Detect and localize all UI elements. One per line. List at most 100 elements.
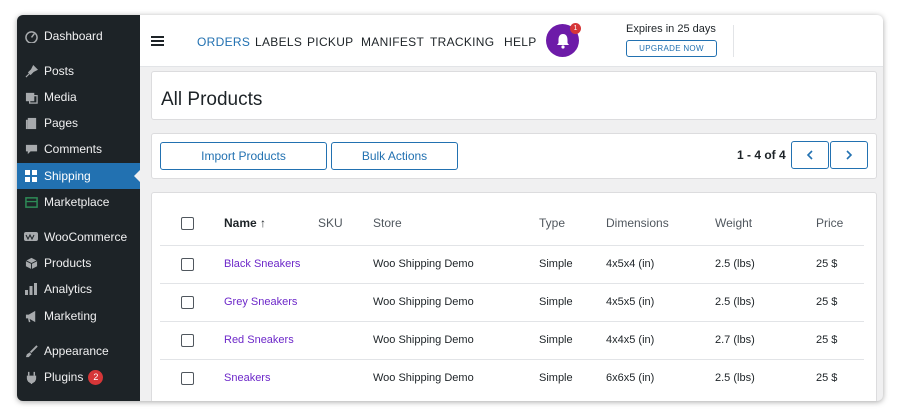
sidebar-item-posts[interactable]: Posts: [17, 58, 140, 84]
product-type: Simple: [539, 258, 573, 270]
sidebar-item-label: Pages: [44, 116, 79, 130]
chevron-right-icon: [846, 150, 853, 160]
chevron-left-icon: [806, 150, 813, 160]
pin-icon: [24, 64, 38, 78]
product-dimensions: 4x5x5 (in): [606, 296, 655, 308]
sidebar-item-shipping[interactable]: Shipping: [17, 163, 140, 189]
sidebar-item-pages[interactable]: Pages: [17, 110, 140, 136]
comment-icon: [24, 142, 38, 156]
column-header-dimensions: Dimensions: [606, 216, 669, 230]
next-page-button[interactable]: [830, 141, 868, 169]
table-row: Grey Sneakers Woo Shipping Demo Simple 4…: [160, 283, 864, 321]
product-price: 25 $: [816, 372, 838, 384]
table-row: Red Sneakers Woo Shipping Demo Simple 4x…: [160, 321, 864, 359]
product-name-link[interactable]: Red Sneakers: [224, 334, 294, 346]
bulk-actions-button[interactable]: Bulk Actions: [331, 142, 458, 170]
sidebar-item-comments[interactable]: Comments: [17, 136, 140, 162]
update-count-badge: 2: [88, 369, 104, 385]
sidebar-item-label: Marketing: [44, 309, 97, 323]
sidebar-item-label: Plugins: [44, 370, 84, 384]
column-header-type: Type: [539, 216, 566, 230]
product-dimensions: 4x5x4 (in): [606, 258, 655, 270]
sidebar-item-appearance[interactable]: Appearance: [17, 338, 140, 364]
product-dimensions: 6x6x5 (in): [606, 372, 655, 384]
nav-help[interactable]: HELP: [504, 35, 537, 49]
divider: [733, 25, 734, 57]
store-icon: [24, 195, 38, 209]
sidebar-item-plugins[interactable]: Plugins 2: [17, 364, 140, 390]
pages-icon: [24, 116, 38, 130]
sidebar-item-dashboard[interactable]: Dashboard: [17, 23, 140, 49]
brush-icon: [24, 344, 38, 358]
product-store: Woo Shipping Demo: [373, 296, 474, 308]
page-header-card: All Products: [151, 71, 877, 120]
bar-chart-icon: [24, 282, 38, 296]
product-name-link[interactable]: Sneakers: [224, 372, 270, 384]
product-weight: 2.5 (lbs): [715, 372, 755, 384]
nav-labels[interactable]: LABELS: [255, 35, 302, 49]
sidebar-item-woocommerce[interactable]: WooCommerce: [17, 224, 140, 250]
bell-icon: [556, 33, 569, 49]
products-table: Name ↑ SKU Store Type Dimensions Weight …: [151, 192, 877, 401]
sidebar-item-label: Appearance: [44, 344, 109, 358]
nav-orders[interactable]: ORDERS: [197, 35, 250, 49]
import-products-button[interactable]: Import Products: [160, 142, 327, 170]
product-type: Simple: [539, 334, 573, 346]
grid-icon: [24, 169, 38, 183]
row-checkbox[interactable]: [181, 372, 194, 385]
product-price: 25 $: [816, 258, 838, 270]
column-header-price: Price: [816, 216, 844, 230]
table-row: Black Sneakers Woo Shipping Demo Simple …: [160, 245, 864, 283]
product-weight: 2.7 (lbs): [715, 334, 755, 346]
nav-manifest[interactable]: MANIFEST: [361, 35, 424, 49]
sidebar-item-label: Analytics: [44, 282, 93, 296]
product-price: 25 $: [816, 334, 838, 346]
product-weight: 2.5 (lbs): [715, 258, 755, 270]
product-store: Woo Shipping Demo: [373, 334, 474, 346]
actions-card: Import Products Bulk Actions 1 - 4 of 4: [151, 133, 877, 179]
sidebar-item-analytics[interactable]: Analytics: [17, 276, 140, 302]
row-checkbox[interactable]: [181, 334, 194, 347]
sidebar-item-label: Marketplace: [44, 195, 110, 209]
megaphone-icon: [24, 309, 38, 323]
row-checkbox[interactable]: [181, 258, 194, 271]
sidebar-item-marketplace[interactable]: Marketplace: [17, 189, 140, 215]
box-icon: [24, 256, 38, 270]
sidebar-item-label: Dashboard: [44, 29, 103, 43]
product-store: Woo Shipping Demo: [373, 372, 474, 384]
select-all-checkbox[interactable]: [181, 217, 194, 230]
dashboard-icon: [24, 29, 38, 43]
column-header-store: Store: [373, 216, 402, 230]
product-name-link[interactable]: Black Sneakers: [224, 258, 300, 270]
column-header-sku: SKU: [318, 216, 343, 230]
sidebar-item-label: Posts: [44, 64, 75, 78]
row-checkbox[interactable]: [181, 296, 194, 309]
product-name-link[interactable]: Grey Sneakers: [224, 296, 297, 308]
menu-icon[interactable]: [151, 36, 164, 46]
nav-tracking[interactable]: TRACKING: [430, 35, 494, 49]
page-title: All Products: [161, 89, 263, 110]
nav-pickup[interactable]: PICKUP: [307, 35, 353, 49]
sidebar-item-marketing[interactable]: Marketing: [17, 303, 140, 329]
prev-page-button[interactable]: [791, 141, 829, 169]
app-window: Dashboard Posts Media Pages Comments Shi…: [17, 15, 883, 401]
product-price: 25 $: [816, 296, 838, 308]
product-weight: 2.5 (lbs): [715, 296, 755, 308]
product-type: Simple: [539, 372, 573, 384]
sidebar-item-label: Media: [44, 90, 77, 104]
media-icon: [24, 90, 38, 104]
sidebar-item-label: Products: [44, 256, 92, 270]
column-header-name[interactable]: Name ↑: [224, 216, 266, 230]
sidebar-item-label: Shipping: [44, 169, 91, 183]
woo-icon: [24, 230, 38, 244]
sidebar-item-label: Comments: [44, 142, 103, 156]
plug-icon: [24, 370, 38, 384]
table-row: Sneakers Woo Shipping Demo Simple 6x6x5 …: [160, 359, 864, 397]
trial-expiry-text: Expires in 25 days: [626, 23, 716, 35]
sidebar-item-media[interactable]: Media: [17, 84, 140, 110]
product-store: Woo Shipping Demo: [373, 258, 474, 270]
product-dimensions: 4x4x5 (in): [606, 334, 655, 346]
sidebar-item-label: WooCommerce: [44, 230, 128, 244]
upgrade-now-button[interactable]: UPGRADE NOW: [626, 40, 717, 57]
sidebar-item-products[interactable]: Products: [17, 250, 140, 276]
